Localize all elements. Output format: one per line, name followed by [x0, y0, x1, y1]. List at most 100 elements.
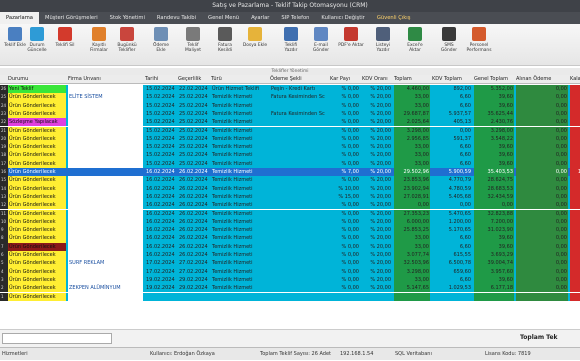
- cell-firm: [68, 242, 143, 251]
- table-row[interactable]: 11 Ürün Gönderilecek 16.02.2024 26.02.2024 T…: [0, 209, 580, 218]
- table-row[interactable]: 14 Ürün Gönderilecek 16.02.2024 26.02.2024 T…: [0, 184, 580, 193]
- table-row[interactable]: 20 Ürün Gönderilecek 15.02.2024 25.02.2024 T…: [0, 134, 580, 144]
- menu-item-4[interactable]: Randevu Takibi: [151, 12, 202, 24]
- cell-status: Ürün Gönderilecek: [8, 159, 66, 168]
- cell-firm: [68, 151, 143, 160]
- table-row[interactable]: 5 Ürün Gönderilecek SURF REKLAM 17.02.2024 2…: [0, 259, 580, 268]
- cell-total: 33,00: [394, 159, 430, 168]
- toolbar-button-16[interactable]: Personel Performans: [466, 27, 492, 61]
- cell-total: 23.853,96: [394, 176, 430, 185]
- column-header-8[interactable]: KDV Oranı: [362, 75, 392, 84]
- menu-item-8[interactable]: Kullanıcı Değiştir: [315, 12, 370, 24]
- toolbar-button-10[interactable]: Teklifi Yazdır: [278, 27, 304, 61]
- column-header-5[interactable]: Türü: [211, 75, 269, 84]
- table-row[interactable]: 23 Ürün Gönderilecek 15.02.2024 25.02.2024 T…: [0, 109, 580, 119]
- status-database: SQL Veritabanı: [395, 351, 432, 357]
- table-row[interactable]: 6 Ürün Gönderilecek 16.02.2024 26.02.2024 Te…: [0, 251, 580, 260]
- toolbar-button-13[interactable]: Listeyi Yazdır: [370, 27, 396, 61]
- cell-kar: % 0,00: [341, 202, 359, 209]
- toolbar-button-6[interactable]: Ödeme Ekle: [148, 27, 174, 61]
- table-row[interactable]: 12 Ürün Gönderilecek 16.02.2024 26.02.2024 T…: [0, 201, 580, 210]
- cell-paid: 0,00: [516, 101, 568, 110]
- menu-item-3[interactable]: Stok Yönetimi: [104, 12, 151, 24]
- pencil-icon: [8, 27, 22, 41]
- toolbar-button-8[interactable]: Fatura Kesildi: [212, 27, 238, 61]
- cell-status: Ürün Gönderilecek: [8, 259, 66, 268]
- row-number: 24: [0, 101, 8, 110]
- delete-icon: [58, 27, 72, 41]
- toolbar-button-15[interactable]: SMS Gönder: [436, 27, 462, 61]
- menu-item-2[interactable]: Müşteri Görüşmeleri: [39, 12, 104, 24]
- table-row[interactable]: 10 Ürün Gönderilecek 16.02.2024 26.02.2024 T…: [0, 217, 580, 227]
- cell-total: 33,00: [394, 101, 430, 110]
- cell-valid: 22.02.2024: [179, 86, 208, 92]
- table-row[interactable]: 9 Ürün Gönderilecek 16.02.2024 26.02.2024 Te…: [0, 226, 580, 235]
- table-row[interactable]: 13 Ürün Gönderilecek 16.02.2024 26.02.2024 T…: [0, 192, 580, 202]
- table-row[interactable]: 2 Ürün Gönderilecek ZEKPEN ALÜMİNYUM 19.02.…: [0, 284, 580, 293]
- row-number: 4: [0, 267, 8, 276]
- cell-pay: [270, 151, 328, 159]
- cell-date: 15.02.2024: [146, 110, 175, 117]
- cell-kdv: % 20,00: [370, 210, 391, 217]
- column-header-1[interactable]: Durumu: [8, 75, 66, 84]
- toolbar-button-11[interactable]: E-mail Gönder: [308, 27, 334, 61]
- table-row[interactable]: 3 Ürün Gönderilecek 19.02.2024 29.02.2024 Te…: [0, 275, 580, 285]
- cell-kdvt: 5.937,57: [448, 110, 471, 117]
- toolbar-button-14[interactable]: Excel'e Aktar: [402, 27, 428, 61]
- cell-total: 33,00: [394, 275, 430, 285]
- column-header-13[interactable]: Kalan: [570, 75, 580, 84]
- cell-rest: [570, 176, 580, 185]
- table-row[interactable]: 26 Yeni Teklif 15.02.2024 22.02.2024 Ürün Hi…: [0, 85, 580, 94]
- table-row[interactable]: 1 Ürün Gönderilecek: [0, 292, 580, 301]
- toolbar-button-7[interactable]: Teklif Maliyet: [180, 27, 206, 61]
- toolbar-button-4[interactable]: Kayıtlı Firmalar: [86, 27, 112, 61]
- row-number: 9: [0, 226, 8, 235]
- cell-status: Ürün Gönderilecek: [8, 234, 66, 243]
- table-row[interactable]: 22 Sözleşme Yapılacak 15.02.2024 25.02.2024…: [0, 118, 580, 127]
- cell-pay: [270, 193, 328, 201]
- table-row[interactable]: 19 Ürün Gönderilecek 15.02.2024 25.02.2024 T…: [0, 143, 580, 152]
- cell-paid: 0,00: [516, 159, 568, 168]
- table-row[interactable]: 4 Ürün Gönderilecek 17.02.2024 27.02.2024 Te…: [0, 267, 580, 276]
- table-row[interactable]: 7 Ürün Gönderilecek 16.02.2024 26.02.2024 Te…: [0, 242, 580, 251]
- column-header-12[interactable]: Alınan Ödeme: [516, 75, 568, 84]
- table-row[interactable]: 24 Ürün Gönderilecek 15.02.2024 25.02.2024 T…: [0, 101, 580, 110]
- table-row[interactable]: 16 Ürün Gönderilecek 16.02.2024 26.02.2024 T…: [0, 168, 580, 177]
- offers-grid[interactable]: Durumu Firma Unvanı Tarihi Geçerlilik Türü Öd…: [0, 75, 580, 327]
- menu-item-6[interactable]: Ayarlar: [245, 12, 275, 24]
- table-row[interactable]: 18 Ürün Gönderilecek 15.02.2024 25.02.2024 T…: [0, 151, 580, 160]
- toolbar-button-9[interactable]: Dosya Ekle: [242, 27, 268, 61]
- cell-gt: 2.430,76: [474, 118, 514, 127]
- filter-dropdown[interactable]: [2, 333, 112, 344]
- column-header-4[interactable]: Geçerlilik: [178, 75, 210, 84]
- cell-pay: [270, 168, 328, 176]
- table-row[interactable]: 15 Ürün Gönderilecek 16.02.2024 26.02.2024 T…: [0, 176, 580, 185]
- cell-total: 2.956,85: [394, 134, 430, 144]
- cell-kdvt: 4.780,59: [448, 185, 471, 192]
- menu-item-1[interactable]: Pazarlama: [0, 12, 39, 24]
- toolbar-button-3[interactable]: Teklifi Sil: [52, 27, 78, 61]
- column-header-6[interactable]: Ödeme Şekli: [270, 75, 328, 84]
- menu-item-5[interactable]: Genel Menü: [202, 12, 245, 24]
- column-header-10[interactable]: KDV Toplam: [432, 75, 472, 84]
- column-header-3[interactable]: Tarihi: [145, 75, 177, 84]
- table-row[interactable]: 17 Ürün Gönderilecek 15.02.2024 25.02.2024 T…: [0, 159, 580, 168]
- toolbar-button-2[interactable]: Durum Güncelle: [24, 27, 50, 61]
- row-number: 12: [0, 201, 8, 210]
- cell-type: Temizlik Hizmeti: [212, 152, 253, 159]
- cell-pay: [270, 118, 328, 126]
- column-header-11[interactable]: Genel Toplam: [474, 75, 514, 84]
- menu-item-9[interactable]: Güvenli Çıkış: [371, 12, 417, 24]
- toolbar-button-5[interactable]: Bugünkü Teklifler: [114, 27, 140, 61]
- table-row[interactable]: 25 Ürün Gönderilecek ELİTE SİSTEM 15.02.202…: [0, 93, 580, 102]
- menu-item-7[interactable]: SIP Telefon: [275, 12, 315, 24]
- cell-status: Ürün Gönderilecek: [8, 143, 66, 152]
- column-header-7[interactable]: Kar Payı: [330, 75, 360, 84]
- column-header-9[interactable]: Toplam: [394, 75, 430, 84]
- table-row[interactable]: 21 Ürün Gönderilecek 15.02.2024 25.02.2024 T…: [0, 126, 580, 135]
- toolbar-button-12[interactable]: PDF'e Aktar: [338, 27, 364, 61]
- cell-kdv: % 20,00: [370, 152, 391, 159]
- table-row[interactable]: 8 Ürün Gönderilecek 16.02.2024 26.02.2024 Te…: [0, 234, 580, 243]
- column-header-2[interactable]: Firma Unvanı: [68, 75, 143, 84]
- cell-valid: 26.02.2024: [179, 202, 208, 209]
